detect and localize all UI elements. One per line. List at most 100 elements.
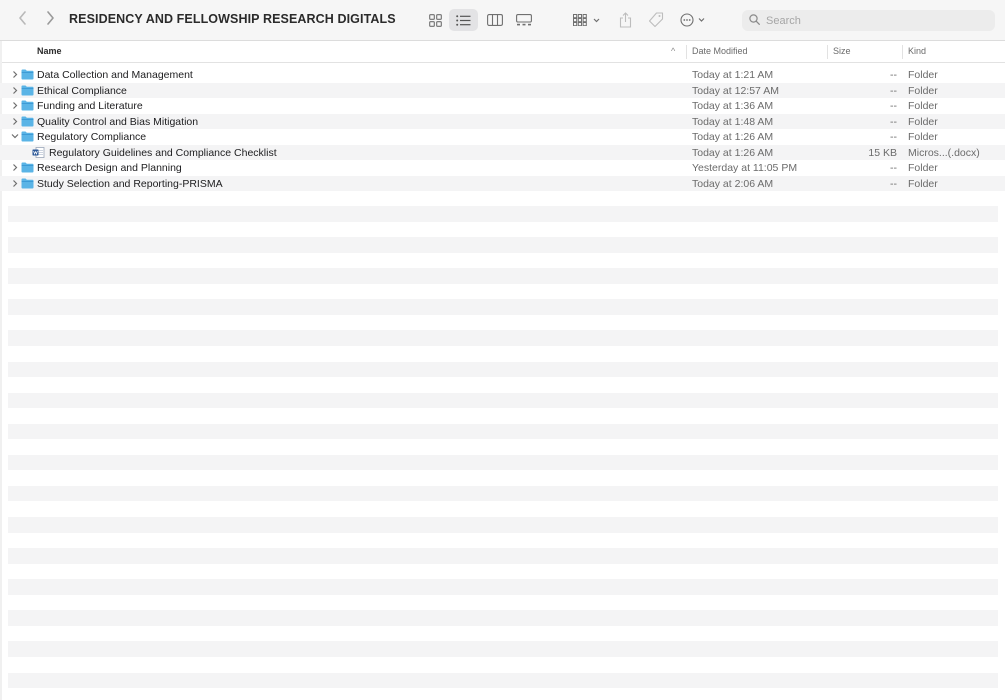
file-kind: Micros...(.docx) [908,146,980,159]
sort-ascending-icon: ^ [671,46,676,56]
gallery-view-icon [516,14,532,26]
file-date-modified: Today at 1:48 AM [692,115,774,128]
empty-row-stripe [8,206,998,222]
file-name: Data Collection and Management [37,69,193,81]
file-name: Research Design and Planning [37,162,182,174]
share-button[interactable] [617,9,633,31]
group-by-icon [573,14,601,26]
file-name: Regulatory Compliance [37,131,147,143]
toolbar: RESIDENCY AND FELLOWSHIP RESEARCH DIGITA… [0,0,1005,41]
file-name: Study Selection and Reporting-PRISMA [37,177,223,190]
group-by-button[interactable] [572,9,602,31]
column-view-button[interactable] [485,9,505,31]
share-icon [619,12,632,28]
file-size: -- [890,131,897,143]
disclosure-collapsed-icon[interactable] [11,86,19,95]
folder-icon [21,178,34,192]
column-date-modified[interactable]: Date Modified [692,46,748,56]
empty-row-stripe [8,330,998,346]
disclosure-collapsed-icon[interactable] [11,163,19,172]
file-size: -- [890,162,897,174]
empty-row-stripe [8,517,998,533]
window-title: RESIDENCY AND FELLOWSHIP RESEARCH DIGITA… [69,12,396,26]
back-button[interactable] [14,10,32,30]
search-field[interactable] [742,10,995,31]
file-kind: Folder [908,115,938,128]
empty-list-area [0,191,1005,700]
folder-icon [21,69,34,83]
tag-icon [648,12,664,28]
more-actions-icon [680,13,708,27]
file-name: Quality Control and Bias Mitigation [37,115,199,128]
file-size: 15 KB [868,146,897,159]
folder-icon [21,85,34,99]
empty-row-stripe [8,268,998,284]
list-view-button[interactable] [449,9,478,31]
file-kind: Folder [908,131,938,143]
column-divider[interactable] [902,45,903,59]
file-size: -- [890,177,897,190]
file-date-modified: Yesterday at 11:05 PM [692,162,798,174]
empty-row-stripe [8,423,998,440]
gallery-view-button[interactable] [514,9,534,31]
file-row[interactable]: Ethical Compliance Today at 12:57 AM -- Fol… [0,82,1005,99]
empty-row-stripe [8,299,998,315]
folder-icon [21,116,34,130]
empty-row-stripe [8,610,998,626]
empty-row-stripe [8,548,998,564]
column-size[interactable]: Size [833,46,851,56]
disclosure-collapsed-icon[interactable] [11,117,19,126]
file-kind: Folder [908,162,938,174]
file-date-modified: Today at 1:21 AM [692,69,774,81]
file-name: Funding and Literature [37,100,143,112]
folder-icon [21,131,34,145]
icon-view-button[interactable] [424,9,446,31]
file-kind: Folder [908,69,938,81]
column-header: Name ^ Date Modified Size Kind [0,41,1005,63]
disclosure-collapsed-icon[interactable] [11,70,19,79]
empty-row-stripe [8,485,998,502]
file-row[interactable]: Research Design and Planning Yesterday at… [0,160,1005,176]
empty-row-stripe [8,641,998,657]
list-view-icon [456,14,471,26]
folder-icon [21,162,34,176]
file-row[interactable]: Study Selection and Reporting-PRISMA Toda… [0,175,1005,192]
chevron-right-icon [45,10,55,30]
file-name: Regulatory Guidelines and Compliance Che… [49,146,277,159]
search-icon [749,12,766,30]
file-kind: Folder [908,177,938,190]
file-list: Data Collection and Management Today at 1… [0,63,1005,191]
file-row[interactable]: Regulatory Compliance Today at 1:26 AM -- F… [0,129,1005,145]
file-size: -- [890,69,897,81]
file-size: -- [890,115,897,128]
forward-button[interactable] [41,10,59,30]
file-date-modified: Today at 1:26 AM [692,146,774,159]
tag-button[interactable] [647,9,665,31]
file-kind: Folder [908,84,938,97]
disclosure-collapsed-icon[interactable] [11,101,19,110]
empty-row-stripe [8,672,998,688]
disclosure-expanded-icon[interactable] [11,132,19,141]
file-date-modified: Today at 12:57 AM [692,84,779,97]
disclosure-collapsed-icon[interactable] [11,179,19,188]
file-date-modified: Today at 1:26 AM [692,131,774,143]
column-kind[interactable]: Kind [908,46,926,56]
empty-row-stripe [8,454,998,471]
file-size: -- [890,100,897,112]
folder-icon [21,100,34,114]
more-actions-button[interactable] [679,9,709,31]
search-input[interactable] [766,14,966,27]
file-row[interactable]: Quality Control and Bias Mitigation Today… [0,113,1005,130]
column-divider[interactable] [827,45,828,59]
file-size: -- [890,84,897,97]
file-row[interactable]: Data Collection and Management Today at 1… [0,67,1005,83]
column-name[interactable]: Name [37,46,62,56]
icon-view-icon [428,13,442,27]
empty-row-stripe [8,237,998,253]
file-row[interactable]: Regulatory Guidelines and Compliance Che… [0,144,1005,160]
file-date-modified: Today at 2:06 AM [692,177,774,190]
column-divider[interactable] [686,45,687,59]
empty-row-stripe [8,392,998,409]
file-row[interactable]: Funding and Literature Today at 1:36 AM --… [0,98,1005,114]
chevron-left-icon [18,10,28,30]
